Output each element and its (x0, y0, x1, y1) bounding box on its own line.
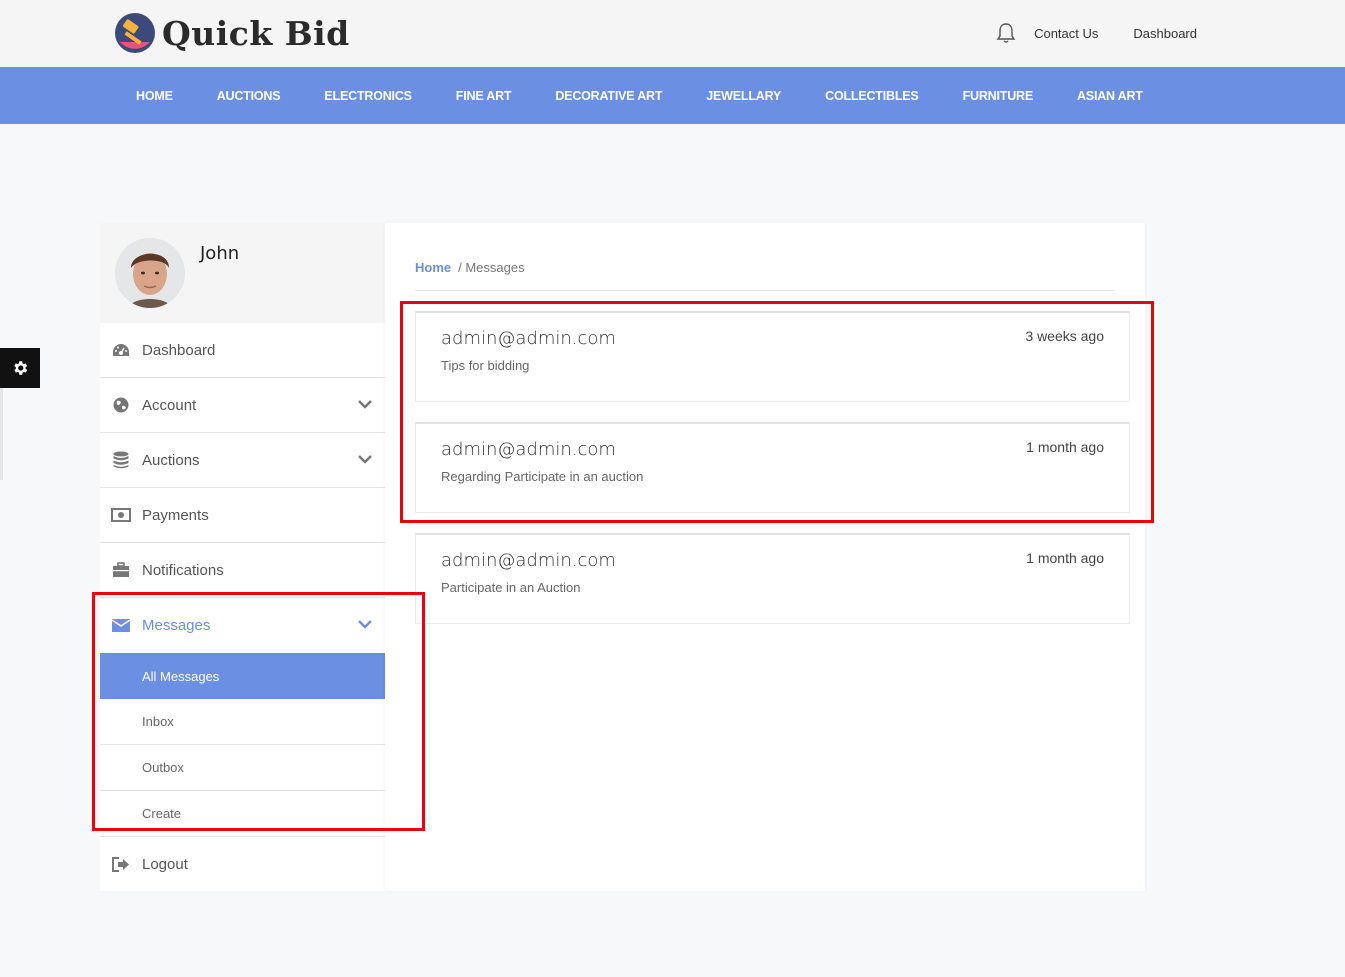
profile-card: John (100, 223, 385, 323)
sidebar-item-label: Logout (142, 856, 188, 873)
logo-text: Quick Bid (162, 13, 350, 53)
message-item[interactable]: admin@admin.com Regarding Participate in… (415, 422, 1130, 513)
breadcrumb: Home / Messages (415, 260, 525, 275)
message-item[interactable]: admin@admin.com Participate in an Auctio… (415, 533, 1130, 624)
logout-icon (111, 856, 131, 874)
chevron-down-icon[interactable] (358, 399, 372, 409)
settings-toggle[interactable] (0, 348, 40, 388)
submenu-all-messages[interactable]: All Messages (100, 653, 385, 699)
nav-auctions[interactable]: AUCTIONS (195, 89, 303, 103)
breadcrumb-home[interactable]: Home (415, 260, 451, 275)
chevron-down-icon[interactable] (358, 619, 372, 629)
message-time: 1 month ago (1026, 550, 1104, 566)
nav-collectibles[interactable]: COLLECTIBLES (803, 89, 940, 103)
gavel-logo-icon (115, 13, 155, 53)
message-time: 3 weeks ago (1025, 328, 1104, 344)
nav-fine-art[interactable]: FINE ART (434, 89, 534, 103)
avatar[interactable] (115, 238, 185, 308)
site-logo[interactable]: Quick Bid (114, 12, 350, 54)
top-links: Contact Us Dashboard (996, 22, 1197, 44)
sidebar-item-label: Messages (142, 617, 211, 634)
side-divider (0, 388, 3, 480)
sidebar-item-label: Payments (142, 506, 209, 524)
message-sender: admin@admin.com (441, 439, 616, 460)
nav-furniture[interactable]: FURNITURE (941, 89, 1055, 103)
nav-jewellary[interactable]: JEWELLARY (684, 89, 803, 103)
message-subject: Tips for bidding (441, 358, 530, 373)
chevron-down-icon[interactable] (358, 454, 372, 464)
message-subject: Regarding Participate in an auction (441, 469, 644, 484)
nav-home[interactable]: HOME (114, 89, 195, 103)
nav-asian-art[interactable]: ASIAN ART (1055, 89, 1165, 103)
contact-us-link[interactable]: Contact Us (1034, 26, 1098, 41)
message-time: 1 month ago (1026, 439, 1104, 455)
submenu-create[interactable]: Create (100, 791, 385, 837)
dashboard-icon (111, 341, 131, 359)
briefcase-icon (111, 561, 131, 579)
message-sender: admin@admin.com (441, 328, 616, 349)
submenu-inbox[interactable]: Inbox (100, 699, 385, 745)
sidebar-item-label: Notifications (142, 561, 224, 579)
database-icon (111, 451, 131, 469)
envelope-icon (111, 617, 131, 635)
globe-icon (111, 396, 131, 414)
sidebar-item-label: Auctions (142, 451, 200, 469)
dashboard-link[interactable]: Dashboard (1133, 26, 1197, 41)
sidebar: John Dashboard Account Auctions Payments… (100, 223, 385, 891)
sidebar-item-label: Account (142, 396, 197, 414)
submenu-outbox[interactable]: Outbox (100, 745, 385, 791)
message-subject: Participate in an Auction (441, 580, 581, 595)
profile-name: John (200, 243, 240, 264)
bell-icon[interactable] (996, 22, 1016, 44)
user-photo (115, 238, 185, 308)
top-header: Quick Bid Contact Us Dashboard (0, 0, 1345, 67)
money-icon (111, 506, 131, 524)
breadcrumb-current: / Messages (458, 260, 525, 275)
sidebar-item-label: Dashboard (142, 341, 216, 359)
breadcrumb-divider (415, 290, 1115, 291)
message-item[interactable]: admin@admin.com Tips for bidding 3 weeks… (415, 311, 1130, 402)
messages-panel: Home / Messages admin@admin.com Tips for … (385, 223, 1145, 891)
sidebar-item-messages[interactable]: Messages (100, 598, 385, 653)
main-nav: HOME AUCTIONS ELECTRONICS FINE ART DECOR… (0, 67, 1345, 124)
nav-decorative-art[interactable]: DECORATIVE ART (533, 89, 684, 103)
sidebar-item-notifications[interactable]: Notifications (100, 543, 385, 598)
message-sender: admin@admin.com (441, 550, 616, 571)
sidebar-item-dashboard[interactable]: Dashboard (100, 323, 385, 378)
gear-icon (14, 361, 28, 375)
sidebar-item-logout[interactable]: Logout (100, 837, 385, 892)
nav-electronics[interactable]: ELECTRONICS (302, 89, 433, 103)
sidebar-item-payments[interactable]: Payments (100, 488, 385, 543)
sidebar-item-account[interactable]: Account (100, 378, 385, 433)
sidebar-item-auctions[interactable]: Auctions (100, 433, 385, 488)
